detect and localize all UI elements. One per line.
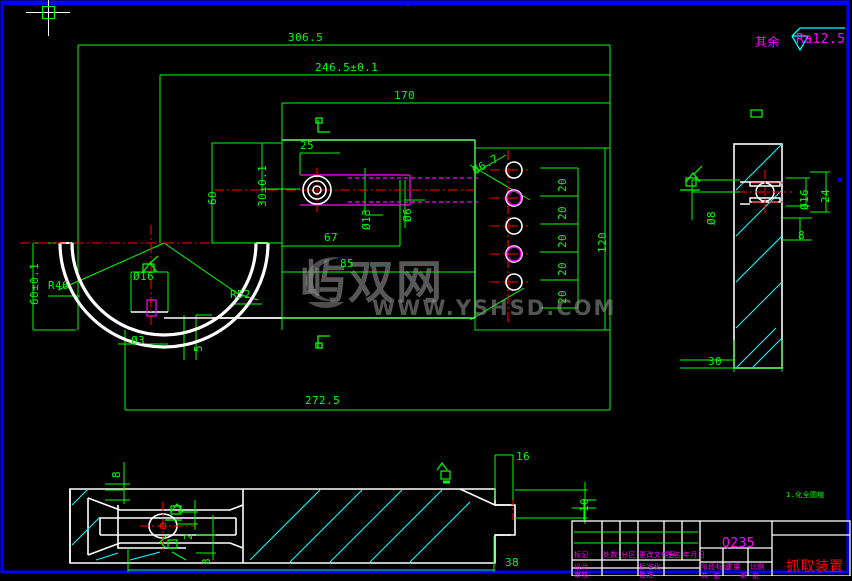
- dim-pitch-2: 20: [556, 205, 569, 220]
- dim-30-tol: 30±0.1: [256, 164, 269, 207]
- dim-16: 16: [516, 450, 531, 463]
- dim-8-bottom: 8: [200, 557, 213, 565]
- side-view-center-lines: [738, 170, 792, 216]
- titleblock-row-0-c5: 年月日: [683, 551, 706, 559]
- dim-24: 24: [819, 188, 832, 203]
- dim-5: 5: [192, 344, 205, 352]
- datum-square-marker: [750, 109, 763, 118]
- dim-d6: Ø6: [401, 207, 414, 222]
- side-view-object: [733, 143, 783, 369]
- dim-60-tol: 60±0.1: [28, 262, 41, 305]
- dim-pitch-4: 20: [556, 261, 569, 276]
- dim-8-side: 8: [798, 229, 806, 242]
- dim-246-5: 246.5±0.1: [315, 61, 379, 74]
- sheet-label-0: 共 张: [701, 572, 721, 580]
- titleblock-row-0-c4: 签名: [666, 551, 681, 559]
- dim-d13: Ø13: [360, 208, 373, 230]
- grip-point: [838, 178, 842, 182]
- dim-38: 38: [505, 556, 520, 569]
- part-name-label: 抓取装置: [786, 559, 844, 575]
- titleblock-row-0-c2: 分区: [621, 551, 636, 559]
- dim-30-side: 30: [708, 355, 723, 368]
- bottom-view-object: [69, 488, 516, 564]
- side-view-hatch: [735, 143, 783, 369]
- titleblock-row-0-c1: 处数: [603, 551, 618, 559]
- title-block-note: 1.化全圆棱: [786, 491, 825, 499]
- general-note-label: 其余: [755, 35, 780, 49]
- dim-d16-side: Ø16: [798, 188, 811, 210]
- main-view-dimension-lines: [32, 44, 611, 411]
- dim-d16-main: Ø16: [133, 270, 155, 283]
- sheet-label-1: 第 张: [740, 572, 760, 580]
- dim-r52: R52: [230, 288, 252, 301]
- sheet-border: [0, 0, 850, 574]
- title-block-green-rules: [574, 531, 698, 544]
- dim-8-top: 8: [110, 470, 123, 478]
- dim-272-5: 272.5: [305, 394, 341, 407]
- titleblock-row-3-c3: 批准: [639, 571, 654, 579]
- drawing-vectors: [0, 0, 851, 576]
- dim-10: 10: [578, 497, 591, 512]
- cad-canvas[interactable]: 屿双网 WWW.YSHSD.COM 306.5 246.5±0.1 170 27…: [0, 0, 852, 580]
- dim-pitch-5: 20: [556, 289, 569, 304]
- dim-170: 170: [394, 89, 416, 102]
- dim-2: 2: [182, 532, 195, 540]
- dim-r46: R46: [48, 279, 70, 292]
- dim-d3: Ø3: [131, 334, 146, 347]
- dim-pitch-3: 20: [556, 233, 569, 248]
- stage-label-1: 重量: [726, 563, 741, 571]
- dim-120: 120: [596, 231, 609, 253]
- side-view-finish-symbol: [680, 165, 703, 191]
- dim-d8: Ø8: [705, 210, 718, 225]
- dim-60: 60: [206, 190, 219, 205]
- dim-67: 67: [324, 231, 339, 244]
- side-view-bore: [740, 181, 781, 205]
- dim-25: 25: [300, 139, 315, 152]
- main-view-center-lines: [20, 150, 528, 325]
- dim-306-5: 306.5: [288, 31, 324, 44]
- bottom-view-hatch: [71, 488, 471, 563]
- grip-point: [406, 2, 410, 6]
- titleblock-row-0-c0: 标记: [574, 551, 589, 559]
- bottom-view-finish-symbols: [159, 461, 451, 561]
- general-note-value: Ra12.5: [796, 32, 846, 47]
- material-label: Q235: [722, 536, 755, 551]
- dim-85: 85: [340, 257, 355, 270]
- titleblock-row-2-c0: 审核: [574, 571, 589, 579]
- dim-pitch-1: 20: [556, 177, 569, 192]
